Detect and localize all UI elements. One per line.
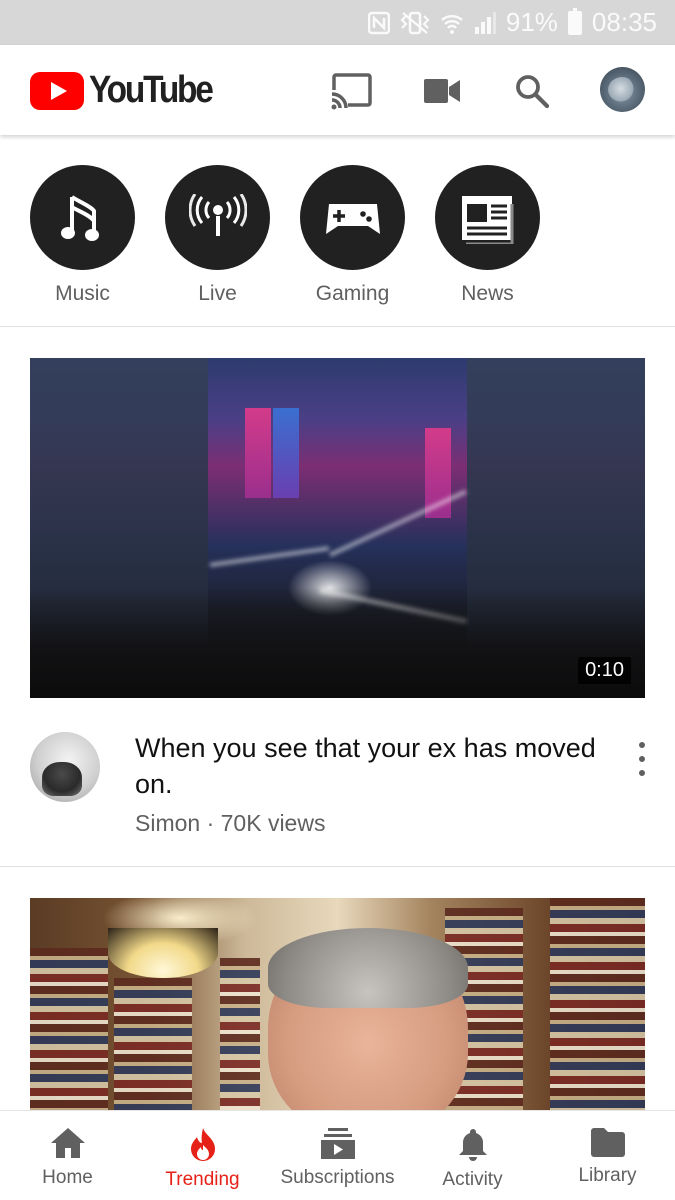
home-icon bbox=[50, 1128, 85, 1158]
gamepad-icon bbox=[325, 203, 380, 234]
nav-activity[interactable]: Activity bbox=[405, 1111, 540, 1200]
category-label: News bbox=[461, 282, 514, 305]
cast-button[interactable] bbox=[328, 67, 376, 115]
folder-icon bbox=[590, 1128, 625, 1157]
ceiling-lamp bbox=[108, 928, 218, 978]
category-live[interactable]: Live bbox=[150, 165, 285, 306]
bookshelf bbox=[114, 978, 192, 1110]
video-duration: 0:10 bbox=[578, 657, 631, 684]
nav-label: Activity bbox=[442, 1169, 503, 1190]
battery-percent: 91% bbox=[505, 7, 558, 37]
cast-icon bbox=[330, 73, 372, 110]
category-music-circle bbox=[30, 165, 135, 270]
camera-icon bbox=[424, 79, 460, 103]
nav-label: Home bbox=[42, 1167, 93, 1188]
crowd-silhouette bbox=[30, 588, 645, 698]
nav-label: Trending bbox=[165, 1169, 240, 1190]
app-bar: YouTube bbox=[0, 45, 675, 135]
video-thumbnail[interactable]: 0:10 bbox=[30, 358, 645, 698]
nav-trending[interactable]: Trending bbox=[135, 1111, 270, 1200]
trending-flame-icon bbox=[190, 1128, 215, 1161]
search-button[interactable] bbox=[508, 67, 556, 115]
category-gaming[interactable]: Gaming bbox=[285, 165, 420, 306]
category-label: Music bbox=[55, 282, 110, 305]
presenter-hair bbox=[268, 928, 468, 1008]
category-news[interactable]: News bbox=[420, 165, 555, 306]
stage-screen bbox=[245, 408, 271, 498]
nav-library[interactable]: Library bbox=[540, 1111, 675, 1200]
bell-icon bbox=[458, 1129, 487, 1161]
category-label: Gaming bbox=[315, 282, 390, 305]
stage-light-beam bbox=[209, 546, 330, 567]
video-byline: Simon · 70K views bbox=[135, 810, 326, 836]
signal-icon bbox=[474, 11, 496, 35]
category-news-circle bbox=[435, 165, 540, 270]
video-title[interactable]: When you see that your ex has moved on. bbox=[135, 730, 605, 802]
bottom-navigation: Home Trending Subscriptions Activity Lib… bbox=[0, 1110, 675, 1200]
stage-screen bbox=[273, 408, 299, 498]
channel-avatar[interactable] bbox=[30, 732, 100, 802]
music-note-icon bbox=[60, 194, 99, 241]
category-label: Live bbox=[198, 282, 237, 305]
upload-video-button[interactable] bbox=[418, 67, 466, 115]
bookshelf bbox=[220, 958, 260, 1110]
vibrate-icon bbox=[400, 11, 430, 35]
video-thumbnail[interactable] bbox=[30, 898, 645, 1110]
nfc-icon bbox=[367, 11, 390, 35]
search-icon bbox=[516, 75, 550, 109]
youtube-play-logo-icon bbox=[30, 71, 84, 110]
youtube-logo[interactable]: YouTube bbox=[30, 69, 228, 112]
more-options-icon[interactable] bbox=[628, 742, 656, 776]
category-live-circle bbox=[165, 165, 270, 270]
bookshelf bbox=[550, 898, 645, 1110]
account-avatar[interactable] bbox=[600, 67, 645, 112]
subscriptions-icon bbox=[320, 1128, 355, 1159]
clock: 08:35 bbox=[591, 7, 657, 37]
newspaper-icon bbox=[461, 195, 513, 244]
category-gaming-circle bbox=[300, 165, 405, 270]
status-icons: 91% 08:35 bbox=[367, 0, 657, 45]
nav-home[interactable]: Home bbox=[0, 1111, 135, 1200]
live-broadcast-icon bbox=[188, 193, 247, 236]
video-meta: When you see that your ex has moved on. … bbox=[0, 720, 675, 867]
battery-icon bbox=[567, 7, 582, 35]
nav-label: Subscriptions bbox=[280, 1167, 395, 1188]
nav-subscriptions[interactable]: Subscriptions bbox=[270, 1111, 405, 1200]
bookshelf bbox=[30, 948, 108, 1110]
nav-label: Library bbox=[578, 1165, 637, 1186]
category-music[interactable]: Music bbox=[15, 165, 150, 306]
status-bar: 91% 08:35 bbox=[0, 0, 675, 45]
category-row: Music Live Gaming News bbox=[0, 135, 675, 327]
wifi-icon bbox=[440, 11, 464, 35]
logo-text: YouTube bbox=[89, 69, 214, 111]
stage-light-beam bbox=[329, 489, 467, 557]
